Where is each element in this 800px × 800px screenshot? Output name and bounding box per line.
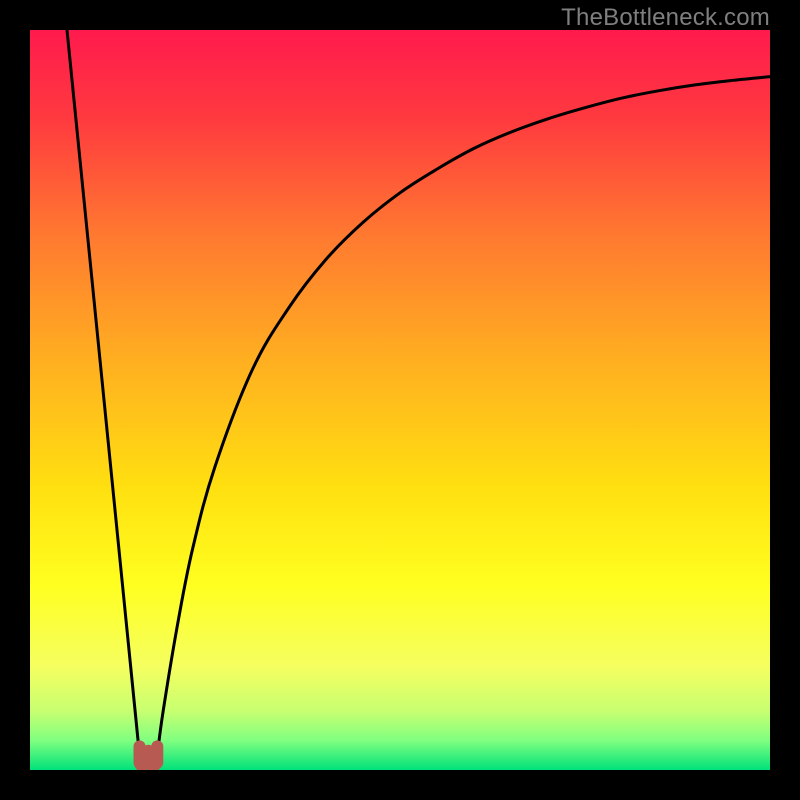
plot-area bbox=[30, 30, 770, 770]
watermark-text: TheBottleneck.com bbox=[561, 4, 770, 32]
valley-marker-icon bbox=[140, 746, 158, 765]
chart-svg bbox=[30, 30, 770, 770]
chart-frame: TheBottleneck.com bbox=[0, 0, 800, 800]
gradient-background bbox=[30, 30, 770, 770]
